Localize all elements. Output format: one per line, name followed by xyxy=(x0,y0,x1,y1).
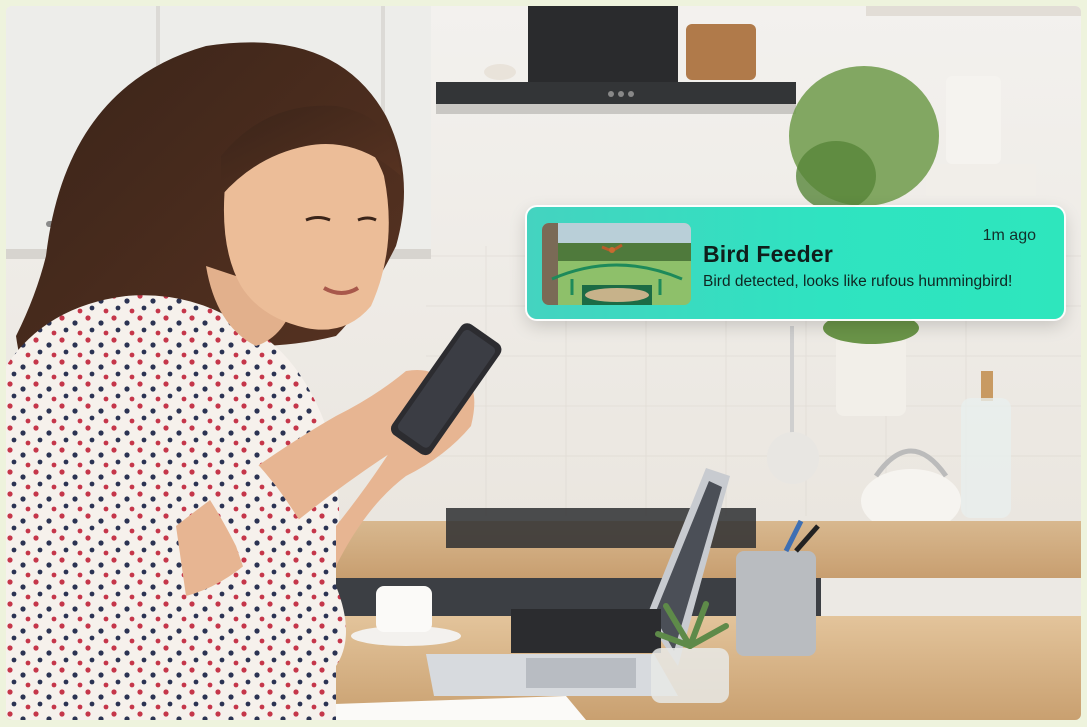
notification-title: Bird Feeder xyxy=(703,241,834,267)
kitchen-scene xyxy=(6,6,1081,720)
photo-frame: Bird Feeder 1m ago Bird detected, looks … xyxy=(6,6,1081,720)
bird-feeder-notification[interactable]: Bird Feeder 1m ago Bird detected, looks … xyxy=(527,207,1064,319)
notification-timestamp: 1m ago xyxy=(982,227,1036,244)
hummingbird-feeder-thumbnail xyxy=(542,223,691,305)
notification-message: Bird detected, looks like rufous humming… xyxy=(703,273,1013,290)
